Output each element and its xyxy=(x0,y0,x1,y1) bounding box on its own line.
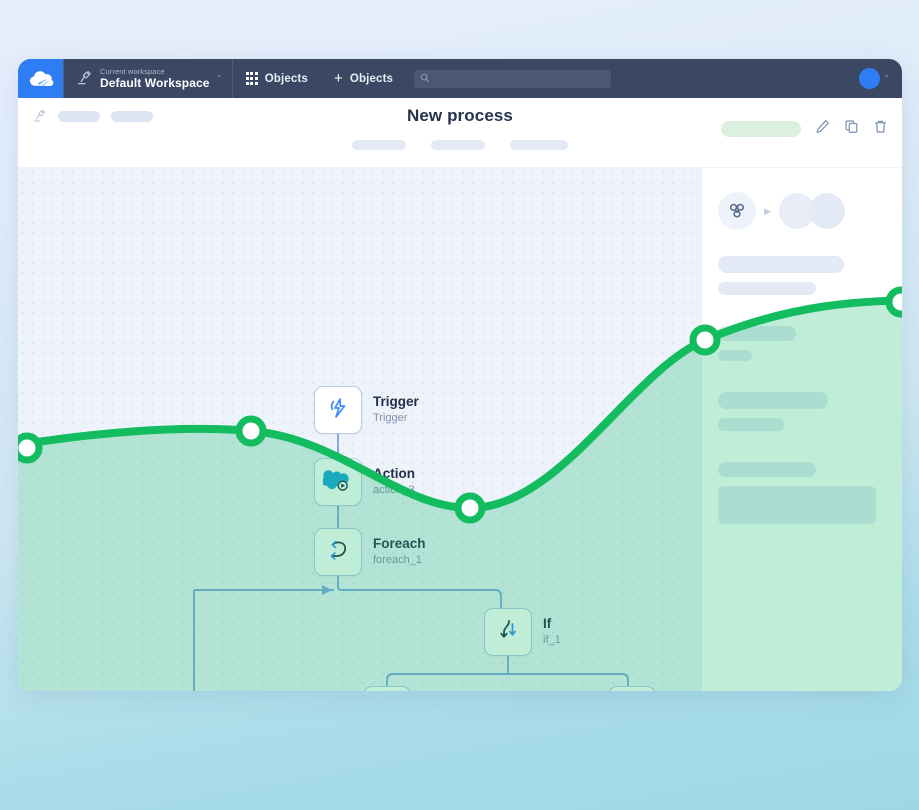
status-badge xyxy=(721,121,801,137)
branch-arrows-icon xyxy=(495,617,521,648)
flow-node-trigger-subtitle: Trigger xyxy=(373,412,408,425)
panel-skeleton-4 xyxy=(718,350,752,361)
panel-skeleton-5 xyxy=(718,392,828,409)
tab-skeleton-1[interactable] xyxy=(352,140,406,150)
flow-node-action-3-subtitle: action_3 xyxy=(373,484,415,497)
flow-node-exception-1-icon-box xyxy=(608,686,656,691)
flow-node-trigger[interactable]: Trigger Trigger xyxy=(314,386,419,434)
nav-item-add-objects[interactable]: + Objects xyxy=(321,59,406,98)
flow-node-trigger-icon-box xyxy=(314,386,362,434)
tab-skeleton-3[interactable] xyxy=(510,140,568,150)
flow-node-foreach-1-icon-box xyxy=(314,528,362,576)
panel-skeleton-8 xyxy=(718,486,876,524)
flow-node-action-4[interactable]: Action action_4 xyxy=(363,686,464,691)
flow-node-action-3-title: Action xyxy=(373,466,415,482)
copy-icon[interactable] xyxy=(844,119,859,139)
workspace-lamp-icon xyxy=(76,70,93,87)
grid-apps-icon xyxy=(245,72,258,85)
details-side-panel: ▶ xyxy=(701,168,902,691)
flow-node-if-1-icon-box xyxy=(484,608,532,656)
loop-arrow-icon xyxy=(324,537,352,568)
nav-item-objects-label: Objects xyxy=(264,72,308,85)
salesforce-play-icon xyxy=(321,467,353,498)
workspace-name: Default Workspace xyxy=(100,75,210,90)
workspace-selector[interactable]: Current workspace Default Workspace ˇ xyxy=(64,59,232,98)
flow-node-if-1[interactable]: If if_1 xyxy=(484,608,561,656)
app-window: Current workspace Default Workspace ˇ Ob… xyxy=(18,59,902,691)
app-logo[interactable] xyxy=(18,59,63,98)
play-triangle-icon: ▶ xyxy=(764,205,771,216)
plus-icon: + xyxy=(333,69,343,87)
flow-canvas[interactable]: Trigger Trigger Action action_3 Foreach … xyxy=(18,168,701,691)
panel-skeleton-2 xyxy=(718,282,816,295)
flow-graph: Trigger Trigger Action action_3 Foreach … xyxy=(18,168,737,691)
flow-node-trigger-title: Trigger xyxy=(373,394,419,410)
process-toolbar: New process xyxy=(18,98,902,168)
tab-skeleton-2[interactable] xyxy=(431,140,485,150)
search-input[interactable] xyxy=(435,73,606,84)
flow-node-if-1-title: If xyxy=(543,616,552,632)
chevron-down-icon: ˇ xyxy=(217,73,221,84)
panel-avatar-skeletons xyxy=(778,193,847,229)
cloud-logo-icon xyxy=(28,69,54,89)
flow-node-if-1-subtitle: if_1 xyxy=(543,634,561,647)
nav-item-objects[interactable]: Objects xyxy=(233,59,321,98)
pencil-icon[interactable] xyxy=(815,119,830,139)
flow-node-foreach-1-title: Foreach xyxy=(373,536,426,552)
webhook-icon xyxy=(718,192,756,230)
avatar[interactable] xyxy=(859,68,880,89)
panel-skeleton-3 xyxy=(718,326,796,341)
lightning-bolt-icon xyxy=(325,395,351,426)
panel-skeleton-1 xyxy=(718,256,844,273)
top-navigation-bar: Current workspace Default Workspace ˇ Ob… xyxy=(18,59,902,98)
flow-node-action-3-icon-box xyxy=(314,458,362,506)
panel-skeleton-6 xyxy=(718,418,784,431)
trash-icon[interactable] xyxy=(873,119,888,139)
avatar-chevron-down-icon[interactable]: ˇ xyxy=(885,74,888,84)
flow-node-foreach-1[interactable]: Foreach foreach_1 xyxy=(314,528,426,576)
flow-node-foreach-1-subtitle: foreach_1 xyxy=(373,554,422,567)
flow-node-action-4-icon-box xyxy=(363,686,411,691)
nav-item-add-objects-label: Objects xyxy=(349,72,394,85)
panel-skeleton-rows xyxy=(718,256,886,524)
search-icon xyxy=(420,70,430,88)
workspace-kicker: Current workspace xyxy=(100,66,165,76)
search-box[interactable] xyxy=(414,69,612,88)
panel-skeleton-7 xyxy=(718,462,816,477)
canvas-area: Trigger Trigger Action action_3 Foreach … xyxy=(18,168,902,691)
connector-arrowhead xyxy=(322,585,332,595)
flow-node-action-3[interactable]: Action action_3 xyxy=(314,458,415,506)
